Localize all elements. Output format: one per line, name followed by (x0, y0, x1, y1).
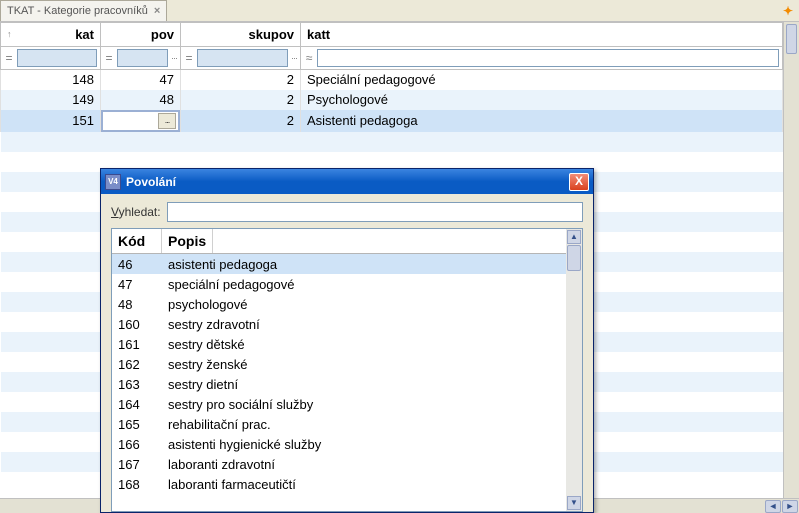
cell-pov[interactable]: 48 (101, 90, 181, 110)
scroll-right-icon[interactable]: ► (782, 500, 798, 513)
filter-op-eq[interactable]: = (4, 51, 14, 65)
list-scrollbar[interactable]: ▲ ▼ (566, 229, 582, 511)
cell-katt[interactable]: Speciální pedagogové (301, 70, 783, 90)
list-header: Kód Popis (112, 229, 566, 254)
list-item-popis: laboranti zdravotní (162, 457, 566, 472)
list-item-kod: 165 (112, 417, 162, 432)
filter-input-skupov[interactable] (197, 49, 288, 67)
cell-kat[interactable]: 149 (1, 90, 101, 110)
list-item[interactable]: 46asistenti pedagoga (112, 254, 566, 274)
cell-skupov[interactable]: 2 (181, 70, 301, 90)
table-row[interactable]: 148472Speciální pedagogové (1, 70, 783, 90)
list-item-kod: 46 (112, 257, 162, 272)
list-item-popis: sestry dětské (162, 337, 566, 352)
cell-pov[interactable]: 47 (101, 70, 181, 90)
list-item-kod: 161 (112, 337, 162, 352)
cell-pov[interactable]: ... (101, 110, 181, 132)
list-item[interactable]: 166asistenti hygienické služby (112, 434, 566, 454)
app-icon: V4 (105, 174, 121, 190)
close-icon[interactable]: × (154, 5, 160, 17)
list-item-kod: 163 (112, 377, 162, 392)
scroll-up-icon[interactable]: ▲ (567, 230, 581, 244)
list-item-kod: 160 (112, 317, 162, 332)
cell-kat[interactable]: 148 (1, 70, 101, 90)
filter-input-katt[interactable] (317, 49, 779, 67)
filter-op-eq[interactable]: = (184, 51, 194, 65)
scrollbar-thumb[interactable] (786, 24, 797, 54)
list-item-popis: psychologové (162, 297, 566, 312)
col-header-kat[interactable]: ↑ kat (1, 23, 101, 47)
more-icon[interactable]: ··· (171, 53, 177, 63)
list-item-popis: rehabilitační prac. (162, 417, 566, 432)
table-row-empty (1, 132, 783, 152)
cell-kat[interactable]: 151 (1, 110, 101, 132)
pin-icon[interactable]: ✦ (783, 4, 793, 18)
list-item-popis: sestry pro sociální služby (162, 397, 566, 412)
list-item-kod: 166 (112, 437, 162, 452)
table-row[interactable]: 149482Psychologové (1, 90, 783, 110)
sort-asc-icon: ↑ (7, 29, 12, 39)
list-item-popis: sestry zdravotní (162, 317, 566, 332)
list-item-kod: 162 (112, 357, 162, 372)
lookup-dialog: V4 Povolání X Vyhledat: Kód Popis 46asis… (100, 168, 594, 513)
filter-input-kat[interactable] (17, 49, 97, 67)
list-item-popis: sestry dietní (162, 377, 566, 392)
col-header-pov[interactable]: pov (101, 23, 181, 47)
col-header-katt[interactable]: katt (301, 23, 783, 47)
list-item-kod: 47 (112, 277, 162, 292)
list-item-popis: asistenti pedagoga (162, 257, 566, 272)
col-header-skupov[interactable]: skupov (181, 23, 301, 47)
close-button[interactable]: X (569, 173, 589, 191)
cell-katt[interactable]: Asistenti pedagoga (301, 110, 783, 132)
list-item[interactable]: 163sestry dietní (112, 374, 566, 394)
list-item[interactable]: 162sestry ženské (112, 354, 566, 374)
list-item[interactable]: 161sestry dětské (112, 334, 566, 354)
list-item[interactable]: 165rehabilitační prac. (112, 414, 566, 434)
scrollbar-thumb[interactable] (567, 245, 581, 271)
vertical-scrollbar[interactable] (783, 22, 799, 498)
list-item[interactable]: 167laboranti zdravotní (112, 454, 566, 474)
dialog-body: Vyhledat: Kód Popis 46asistenti pedagoga… (101, 194, 593, 512)
lookup-button[interactable]: ... (158, 113, 176, 129)
cell-skupov[interactable]: 2 (181, 110, 301, 132)
search-label: Vyhledat: (111, 205, 161, 219)
list-item-kod: 168 (112, 477, 162, 492)
list-item[interactable]: 47speciální pedagogové (112, 274, 566, 294)
lookup-list: Kód Popis 46asistenti pedagoga47speciáln… (111, 228, 583, 512)
filter-op-approx[interactable]: ≈ (304, 51, 314, 65)
tab-bar: TKAT - Kategorie pracovníků × ✦ (0, 0, 799, 22)
filter-input-pov[interactable] (117, 49, 168, 67)
more-icon[interactable]: ··· (291, 53, 297, 63)
list-item-popis: sestry ženské (162, 357, 566, 372)
list-item-kod: 48 (112, 297, 162, 312)
header-row: ↑ kat pov skupov katt (1, 23, 783, 47)
scroll-down-icon[interactable]: ▼ (567, 496, 581, 510)
tab-title: TKAT - Kategorie pracovníků (7, 5, 148, 17)
list-item[interactable]: 48psychologové (112, 294, 566, 314)
filter-op-eq[interactable]: = (104, 51, 114, 65)
dialog-titlebar[interactable]: V4 Povolání X (101, 169, 593, 194)
search-input[interactable] (167, 202, 583, 222)
table-row[interactable]: 151... 2Asistenti pedagoga (1, 110, 783, 132)
cell-skupov[interactable]: 2 (181, 90, 301, 110)
list-item[interactable]: 160sestry zdravotní (112, 314, 566, 334)
list-item[interactable]: 164sestry pro sociální služby (112, 394, 566, 414)
scroll-left-icon[interactable]: ◄ (765, 500, 781, 513)
cell-katt[interactable]: Psychologové (301, 90, 783, 110)
col-header-popis[interactable]: Popis (162, 229, 213, 253)
list-item[interactable]: 168laboranti farmaceutičtí (112, 474, 566, 494)
list-item-kod: 164 (112, 397, 162, 412)
list-item-popis: laboranti farmaceutičtí (162, 477, 566, 492)
search-row: Vyhledat: (111, 202, 583, 222)
tab-tkat[interactable]: TKAT - Kategorie pracovníků × (0, 0, 167, 21)
col-header-kod[interactable]: Kód (112, 229, 162, 253)
filter-row: = = ··· = ··· (1, 47, 783, 70)
list-item-popis: asistenti hygienické služby (162, 437, 566, 452)
list-item-popis: speciální pedagogové (162, 277, 566, 292)
dialog-title: Povolání (126, 175, 176, 189)
list-item-kod: 167 (112, 457, 162, 472)
